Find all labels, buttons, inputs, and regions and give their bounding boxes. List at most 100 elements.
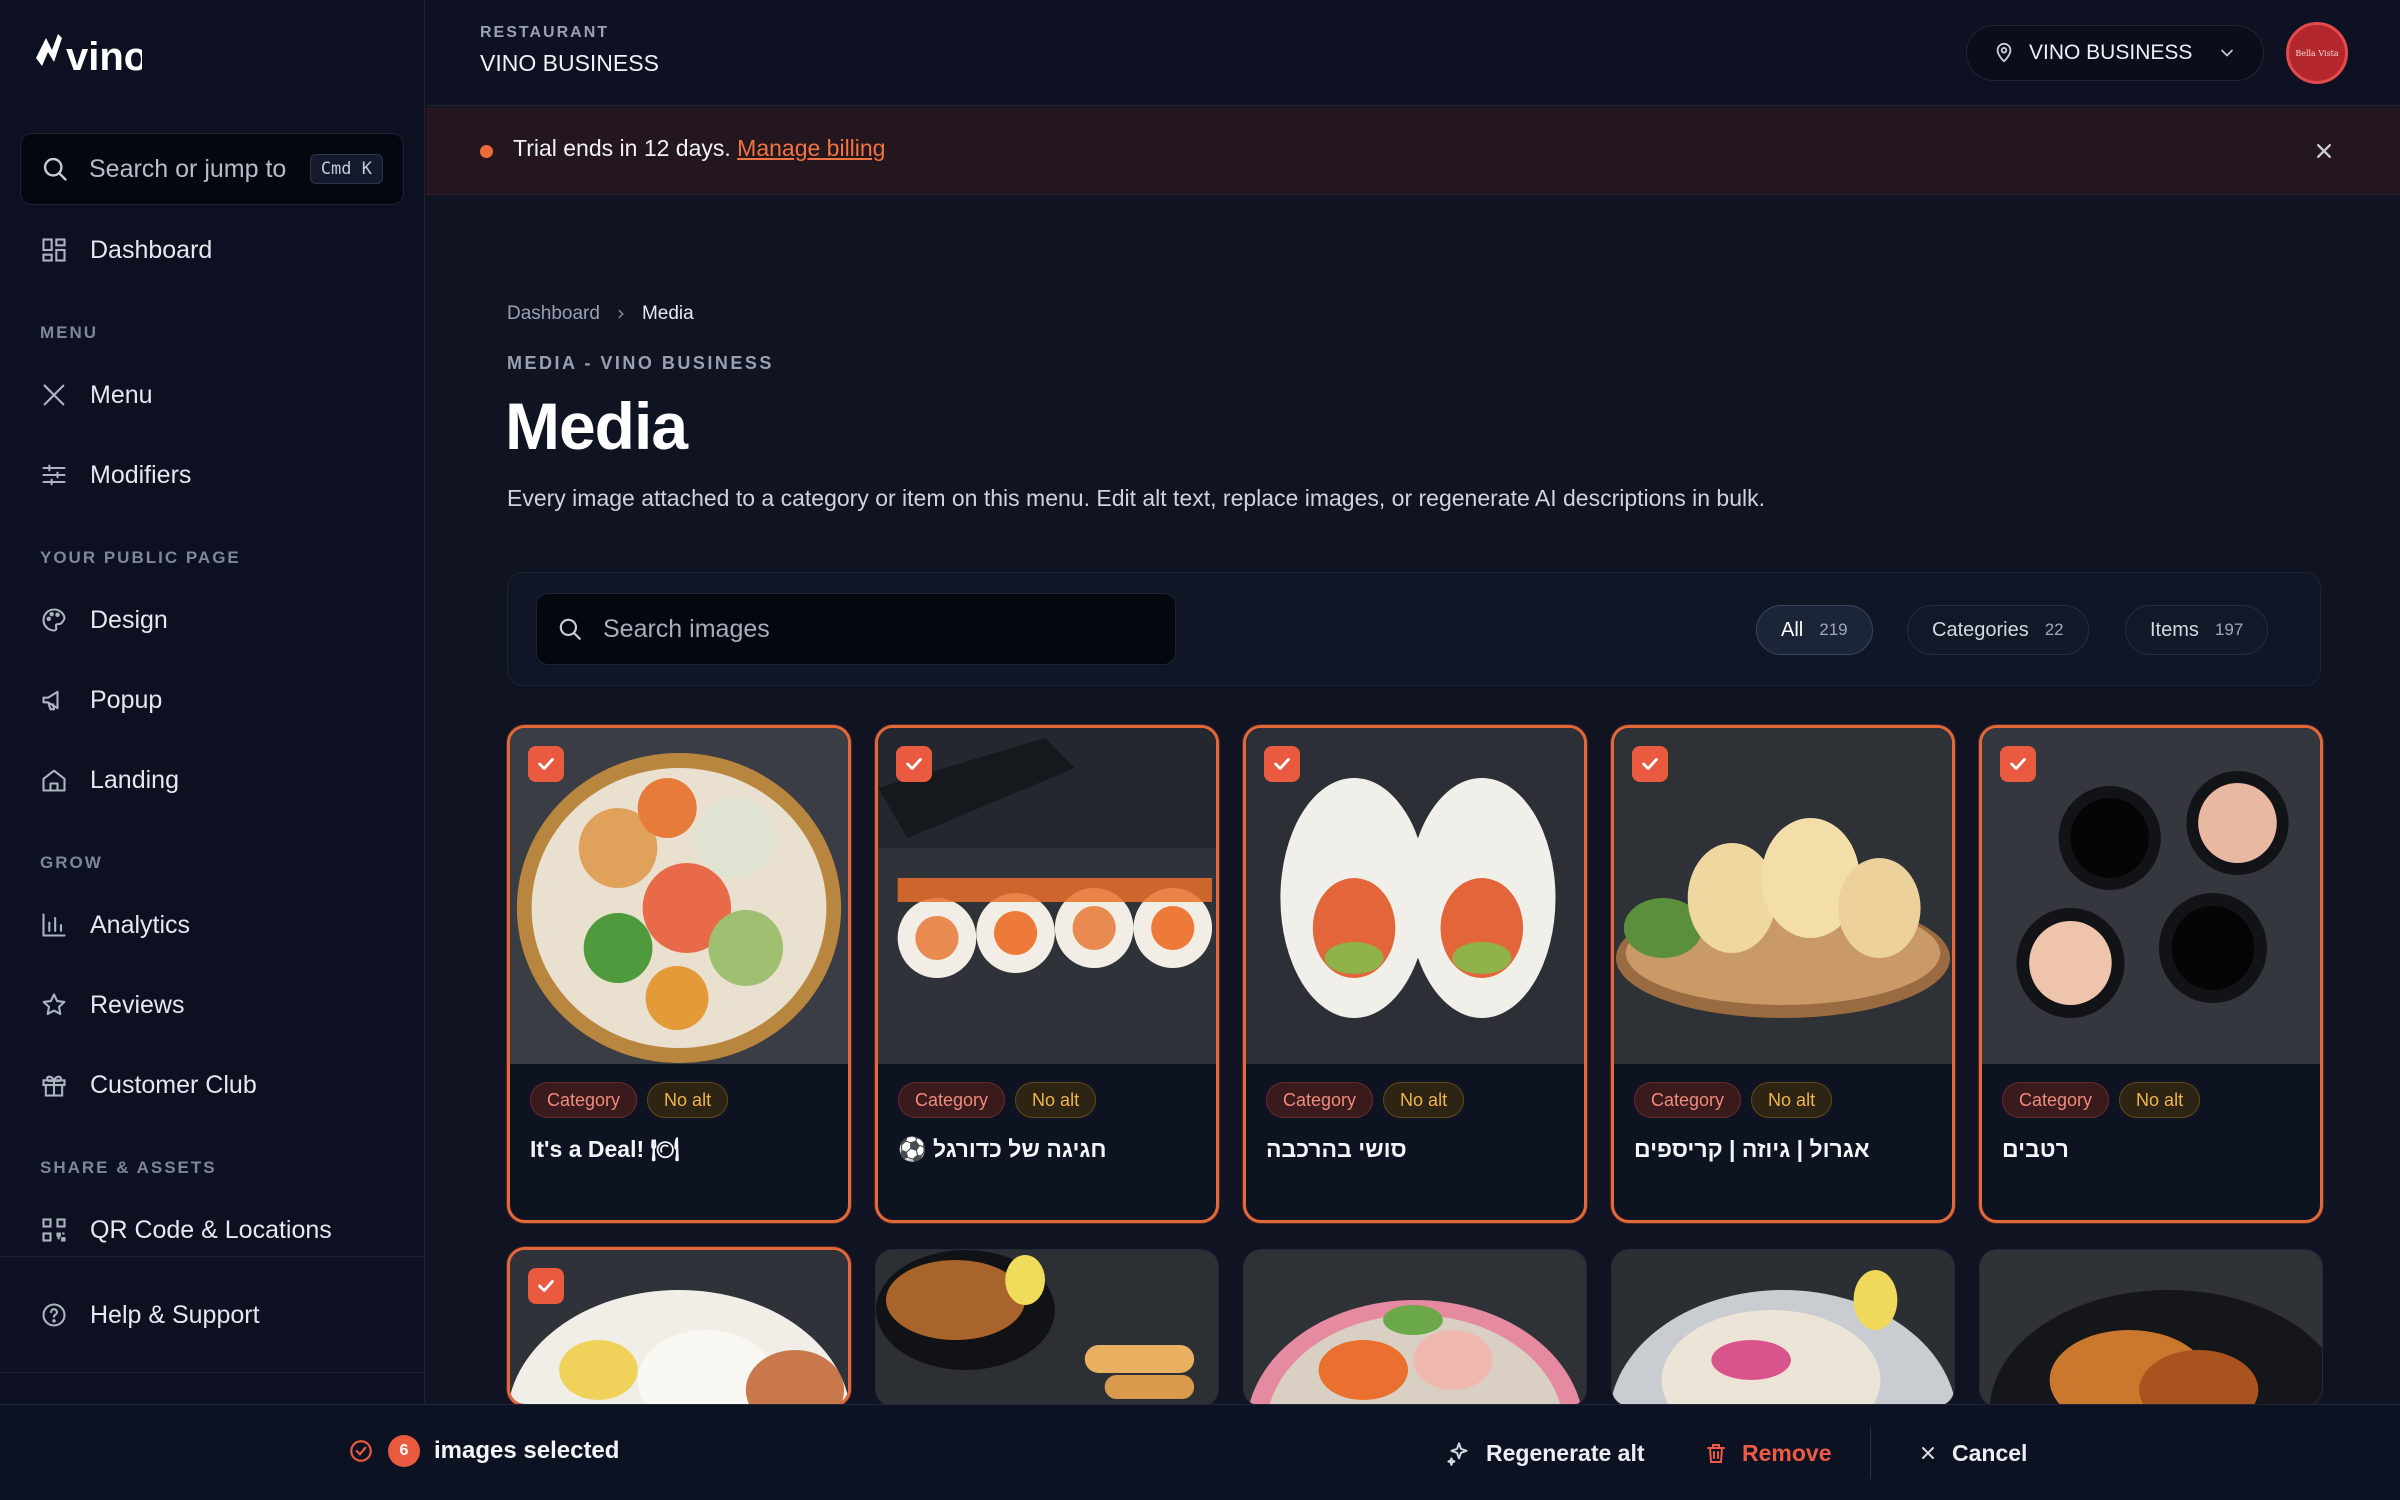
sidebar-divider [0, 1256, 425, 1257]
close-icon[interactable] [2310, 137, 2338, 165]
search-icon [43, 157, 67, 181]
trial-banner-text: Trial ends in 12 days. Manage billing [513, 135, 885, 162]
sidebar-item-dashboard[interactable]: Dashboard [40, 228, 212, 272]
location-selector[interactable]: VINO BUSINESS [1966, 25, 2264, 81]
card-title: סושי בהרכבה [1266, 1136, 1407, 1162]
media-card[interactable] [1979, 1249, 2323, 1407]
breadcrumb-dashboard[interactable]: Dashboard [507, 303, 600, 325]
manage-billing-link[interactable]: Manage billing [737, 135, 885, 161]
cancel-button[interactable]: Cancel [1918, 1431, 2027, 1475]
selection-text: images selected [434, 1437, 620, 1464]
filter-tab-label: Categories [1932, 618, 2029, 641]
media-thumbnail [1244, 1250, 1586, 1406]
image-search-placeholder: Search images [603, 614, 770, 643]
media-card[interactable]: Category No alt סושי בהרכבה [1243, 725, 1587, 1223]
media-card[interactable] [1243, 1249, 1587, 1407]
sidebar-item-label: Dashboard [90, 235, 213, 264]
filter-tab-count: 219 [1819, 620, 1848, 639]
selection-count-badge: 6 [388, 1435, 420, 1467]
select-checkbox[interactable] [896, 746, 932, 782]
sidebar-item-landing[interactable]: Landing [40, 758, 179, 802]
avatar-text: Bella Vista [2295, 48, 2339, 58]
sidebar-item-analytics[interactable]: Analytics [40, 903, 190, 947]
sidebar-item-label: Reviews [90, 990, 185, 1019]
check-icon [538, 1280, 554, 1292]
alt-status-badge: No alt [2119, 1082, 2201, 1118]
section-label-grow: GROW [40, 853, 103, 872]
trash-icon [1707, 1444, 1725, 1463]
select-checkbox[interactable] [2000, 746, 2036, 782]
sidebar-item-design[interactable]: Design [40, 598, 168, 642]
filter-tab-items[interactable]: Items 197 [2125, 605, 2269, 655]
home-icon [42, 769, 66, 792]
regenerate-alt-button[interactable]: Regenerate alt [1446, 1431, 1645, 1475]
media-card[interactable] [875, 1249, 1219, 1407]
chevron-down-icon [2221, 49, 2233, 57]
restaurant-name: VINO BUSINESS [480, 50, 659, 76]
help-circle-icon [42, 1303, 66, 1327]
select-checkbox[interactable] [1632, 746, 1668, 782]
app-root: vino Search or jump to Cmd K Dashboard M… [0, 0, 2400, 1500]
selection-summary: 6 images selected [348, 1435, 619, 1467]
selection-bar-divider [1870, 1427, 1871, 1479]
filter-tab-count: 197 [2214, 620, 2244, 639]
avatar[interactable]: Bella Vista [2286, 22, 2348, 84]
sidebar-item-modifiers[interactable]: Modifiers [40, 453, 191, 497]
type-badge: Category [1634, 1082, 1742, 1118]
sidebar-item-popup[interactable]: Popup [40, 678, 162, 722]
check-icon [538, 758, 554, 770]
sidebar-item-menu[interactable]: Menu [40, 373, 153, 417]
select-checkbox[interactable] [528, 1268, 564, 1304]
sidebar-item-customer-club[interactable]: Customer Club [40, 1063, 257, 1107]
media-card[interactable] [1611, 1249, 1955, 1407]
page-subtitle: Every image attached to a category or it… [507, 485, 1765, 511]
media-card[interactable]: Category No alt חגיגה של כדורגל ⚽ [875, 725, 1219, 1223]
check-icon [1274, 758, 1290, 770]
restaurant-caption: RESTAURANT [480, 24, 610, 41]
alt-status-badge: No alt [647, 1082, 729, 1118]
sidebar-item-help[interactable]: Help & Support [40, 1293, 260, 1337]
media-thumbnail [1612, 1250, 1954, 1406]
select-checkbox[interactable] [528, 746, 564, 782]
section-label-menu: MENU [40, 323, 99, 342]
media-card[interactable]: Category No alt רטבים [1979, 725, 2323, 1223]
sidebar-divider [0, 1372, 425, 1373]
filter-tab-all[interactable]: All 219 [1756, 605, 1873, 655]
qr-code-icon [42, 1218, 66, 1242]
media-thumbnail [876, 1250, 1218, 1406]
breadcrumb-media: Media [641, 303, 694, 324]
sidebar-item-label: Analytics [90, 910, 191, 939]
remove-button[interactable]: Remove [1704, 1431, 1831, 1475]
check-icon [1642, 758, 1658, 770]
select-checkbox[interactable] [1264, 746, 1300, 782]
brand-logo[interactable]: vino [32, 28, 142, 80]
sidebar-item-label: Customer Club [90, 1070, 257, 1099]
remove-label: Remove [1742, 1439, 1832, 1466]
sidebar-item-label: Help & Support [90, 1300, 260, 1329]
card-tags: Category No alt [530, 1082, 729, 1118]
sidebar-item-label: Popup [90, 685, 163, 714]
media-card[interactable]: Category No alt אגרול | גיוזה | קריספים [1611, 725, 1955, 1223]
sidebar-item-reviews[interactable]: Reviews [40, 983, 184, 1027]
filter-tab-categories[interactable]: Categories 22 [1907, 605, 2089, 655]
map-pin-icon [1996, 42, 2012, 63]
image-search-input[interactable]: Search images [536, 593, 1176, 665]
card-tags: Category No alt [1266, 1082, 1465, 1118]
card-tags: Category No alt [2002, 1082, 2201, 1118]
media-card[interactable] [507, 1247, 851, 1407]
sidebar-item-label: Landing [90, 765, 179, 794]
regenerate-alt-label: Regenerate alt [1486, 1439, 1645, 1466]
bar-chart-icon [42, 913, 66, 937]
chevron-right-icon [618, 309, 624, 319]
search-jump-input[interactable]: Search or jump to Cmd K [20, 133, 404, 205]
check-icon [2010, 758, 2026, 770]
vino-logo-icon: vino [36, 34, 142, 79]
gift-icon [42, 1075, 66, 1097]
search-jump-placeholder: Search or jump to [89, 154, 287, 183]
filter-tab-label: Items [2150, 618, 2199, 641]
media-card[interactable]: Category No alt It's a Deal! 🍽 [507, 725, 851, 1223]
utensils-icon [43, 384, 65, 406]
topbar: RESTAURANT VINO BUSINESS VINO BUSINESS B… [426, 0, 2400, 106]
type-badge: Category [2002, 1082, 2110, 1118]
sidebar-item-qr-code[interactable]: QR Code & Locations [40, 1208, 332, 1252]
